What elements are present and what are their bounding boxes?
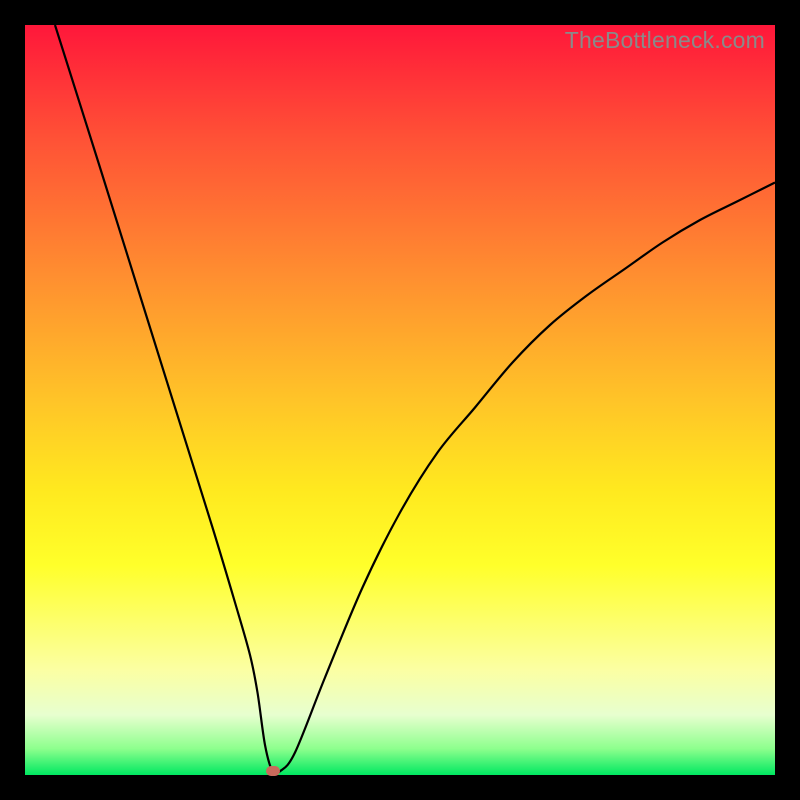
plot-area: TheBottleneck.com: [25, 25, 775, 775]
curve-svg: [25, 25, 775, 775]
curve-path: [55, 25, 775, 774]
chart-frame: TheBottleneck.com: [0, 0, 800, 800]
optimum-marker: [266, 766, 280, 776]
